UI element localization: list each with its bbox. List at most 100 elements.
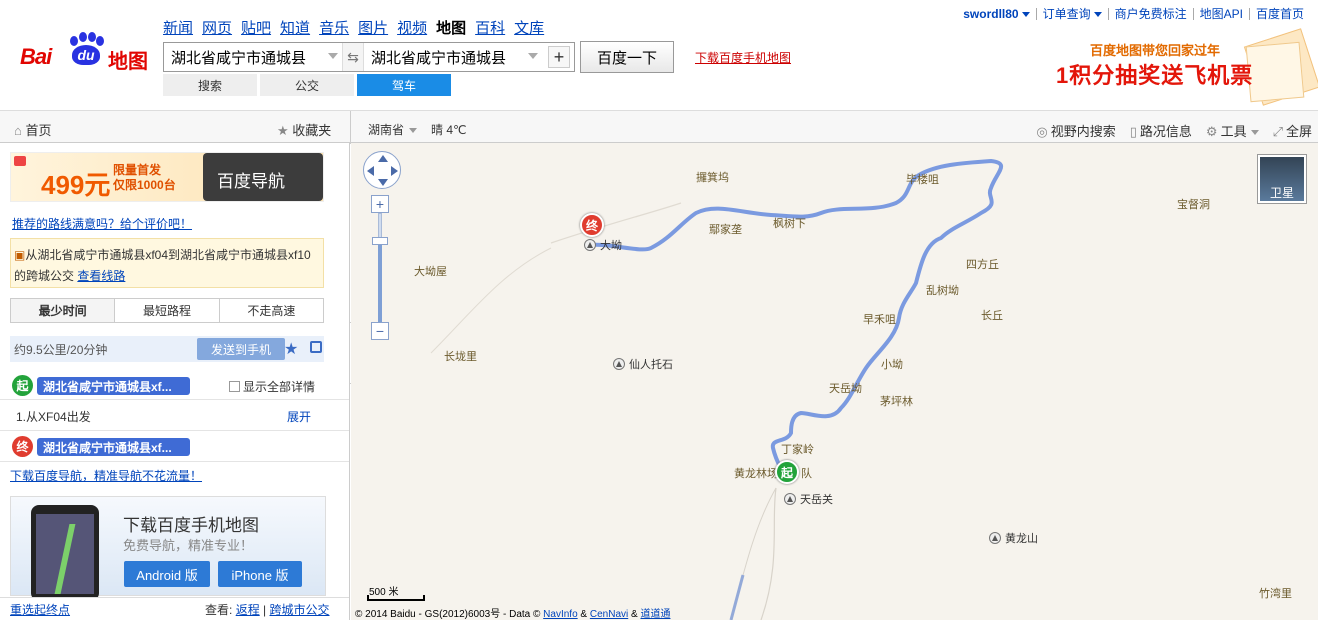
download-mobile-link[interactable]: 下载百度手机地图 (695, 49, 791, 66)
nav-web[interactable]: 网页 (202, 17, 232, 38)
product-nav: 新闻 网页 贴吧 知道 音乐 图片 视频 地图 百科 文库 (163, 17, 544, 38)
navinfo-link[interactable]: NavInfo (543, 609, 577, 620)
tab-search[interactable]: 搜索 (163, 74, 257, 96)
chevron-down-icon (1250, 130, 1259, 136)
poi-marker[interactable]: 黄龙山 (989, 530, 1038, 546)
view-label: 查看: (205, 603, 233, 617)
view-links: 查看: 返程 | 跨城市公交 (205, 603, 330, 617)
copyright-text: © 2014 Baidu - GS(2012)6003号 - Data © (355, 609, 541, 620)
zoom-out-icon[interactable]: − (371, 322, 389, 340)
from-field[interactable]: 湖北省咸宁市通城县 (164, 43, 342, 71)
route-search-box: 湖北省咸宁市通城县 ⇆ 湖北省咸宁市通城县 + (163, 42, 575, 72)
poi-marker[interactable]: 仙人托石 (613, 356, 673, 372)
tab-transit[interactable]: 公交 (260, 74, 354, 96)
to-field[interactable]: 湖北省咸宁市通城县 (364, 43, 542, 71)
promo-line2: 1积分抽奖送飞机票 (1056, 63, 1254, 88)
home-link[interactable]: ⌂ 首页 (14, 120, 52, 139)
return-route-link[interactable]: 返程 (236, 603, 260, 617)
poi-marker[interactable]: 大坳 (584, 237, 622, 253)
option-least-time[interactable]: 最少时间 (11, 299, 115, 322)
nav-news[interactable]: 新闻 (163, 17, 193, 38)
tab-drive[interactable]: 驾车 (357, 74, 451, 96)
nav-wenku[interactable]: 文库 (514, 17, 544, 38)
cross-city-transit-link[interactable]: 跨城市公交 (270, 603, 330, 617)
favorites-link[interactable]: ★ 收藏夹 (277, 120, 331, 139)
satellite-toggle[interactable]: 卫星 (1257, 154, 1307, 204)
zoom-in-icon[interactable]: + (371, 195, 389, 213)
nav-music[interactable]: 音乐 (319, 17, 349, 38)
poi-name: 大坳 (600, 240, 622, 252)
zoom-slider-handle[interactable] (372, 237, 388, 245)
option-shortest[interactable]: 最短路程 (114, 299, 218, 322)
orders-link[interactable]: 订单查询 (1035, 8, 1108, 20)
fullscreen-button[interactable]: ⤢ 全屏 (1273, 121, 1312, 140)
tools-button[interactable]: ⚙ 工具 (1206, 121, 1259, 140)
swap-icon[interactable]: ⇆ (342, 43, 364, 71)
weather: 晴 4℃ (431, 123, 467, 137)
navigation-device-ad[interactable]: 499元 限量首发 仅限1000台 百度导航 (10, 152, 324, 202)
expand-link[interactable]: 展开 (287, 408, 311, 425)
checkbox[interactable] (229, 381, 240, 392)
nav-video[interactable]: 视频 (397, 17, 427, 38)
map-label: 毕楼咀 (906, 174, 939, 186)
province-selector[interactable]: 湖南省 (368, 121, 418, 138)
view-search-button[interactable]: ◎ 视野内搜索 (1036, 121, 1115, 140)
send-to-phone-button[interactable]: 发送到手机 (197, 338, 285, 360)
scale-bar: 500 米 (367, 583, 425, 601)
map-label: 丁家岭 (781, 444, 814, 456)
start-pin-icon[interactable]: 起 (775, 460, 799, 484)
map-label: 攞箕坞 (696, 172, 729, 184)
arrow-down-icon[interactable] (378, 179, 388, 186)
view-route-link[interactable]: 查看线路 (77, 269, 125, 283)
end-pin-icon[interactable]: 终 (580, 213, 604, 237)
iphone-download-button[interactable]: iPhone 版 (218, 561, 302, 587)
nav-images[interactable]: 图片 (358, 17, 388, 38)
end-place[interactable]: 湖北省咸宁市通城县xf... (37, 438, 190, 456)
baidu-home-link[interactable]: 百度首页 (1248, 8, 1310, 20)
fullscreen-icon: ⤢ (1272, 124, 1283, 139)
android-download-button[interactable]: Android 版 (124, 561, 210, 587)
arrow-up-icon[interactable] (378, 155, 388, 162)
baidu-map-logo[interactable]: Bai du 地图 (20, 26, 160, 73)
star-icon[interactable]: ★ (284, 339, 298, 359)
username: swordll80 (963, 7, 1019, 21)
feedback-link[interactable]: 推荐的路线满意吗？给个评价吧！ (12, 215, 192, 232)
show-all-details[interactable]: 显示全部详情 (229, 378, 315, 395)
map-label: 鄢家垄 (709, 224, 742, 236)
daodao-link[interactable]: 道道通 (640, 609, 670, 620)
nav-tieba[interactable]: 贴吧 (241, 17, 271, 38)
download-navigation-link[interactable]: 下载百度导航，精准导航不花流量！ (10, 467, 202, 484)
map-label: 四方丘 (966, 259, 999, 271)
map-canvas[interactable]: 攞箕坞 毕楼咀 宝督洞 鄢家垄 枫树下 大坳屋 四方丘 乱树坳 长丘 早禾咀 长… (351, 143, 1318, 620)
promo-banner[interactable]: 百度地图带您回家过年 1积分抽奖送飞机票 (1056, 28, 1318, 108)
traffic-button[interactable]: ▯ 路况信息 (1130, 121, 1192, 140)
option-no-highway[interactable]: 不走高速 (218, 299, 323, 322)
zoom-control: + − (371, 195, 389, 340)
search-button[interactable]: 百度一下 (580, 41, 674, 73)
arrow-right-icon[interactable] (391, 166, 398, 176)
gear-icon: ⚙ (1205, 124, 1218, 139)
map-api-link[interactable]: 地图API (1192, 8, 1249, 20)
nav-baike[interactable]: 百科 (475, 17, 505, 38)
transit-notice-text: 从湖北省咸宁市通城县xf04到湖北省咸宁市通城县xf10的跨城公交 (14, 248, 311, 283)
cennavi-link[interactable]: CenNavi (590, 609, 628, 620)
merchant-link[interactable]: 商户免费标注 (1107, 8, 1193, 20)
nav-zhidao[interactable]: 知道 (280, 17, 310, 38)
pan-control[interactable] (363, 151, 401, 189)
from-dropdown-icon[interactable] (328, 53, 338, 59)
route-step[interactable]: 1.从XF04出发 (16, 408, 91, 425)
transit-notice: ▣从湖北省咸宁市通城县xf04到湖北省咸宁市通城县xf10的跨城公交 查看线路 (10, 238, 324, 288)
plus-icon[interactable]: + (548, 46, 570, 68)
user-menu[interactable]: swordll80 (957, 8, 1035, 20)
logo-du: du (77, 47, 95, 63)
logo-map-text: 地图 (108, 51, 148, 73)
start-place[interactable]: 湖北省咸宁市通城县xf... (37, 377, 190, 395)
arrow-left-icon[interactable] (367, 166, 374, 176)
to-dropdown-icon[interactable] (528, 53, 538, 59)
route-options: 最少时间 最短路程 不走高速 (10, 298, 324, 323)
reselect-link[interactable]: 重选起终点 (10, 601, 70, 618)
home-label: 首页 (25, 123, 52, 138)
poi-marker[interactable]: 天岳关 (784, 491, 833, 507)
mountain-icon (989, 532, 1001, 544)
print-icon[interactable] (310, 341, 322, 353)
